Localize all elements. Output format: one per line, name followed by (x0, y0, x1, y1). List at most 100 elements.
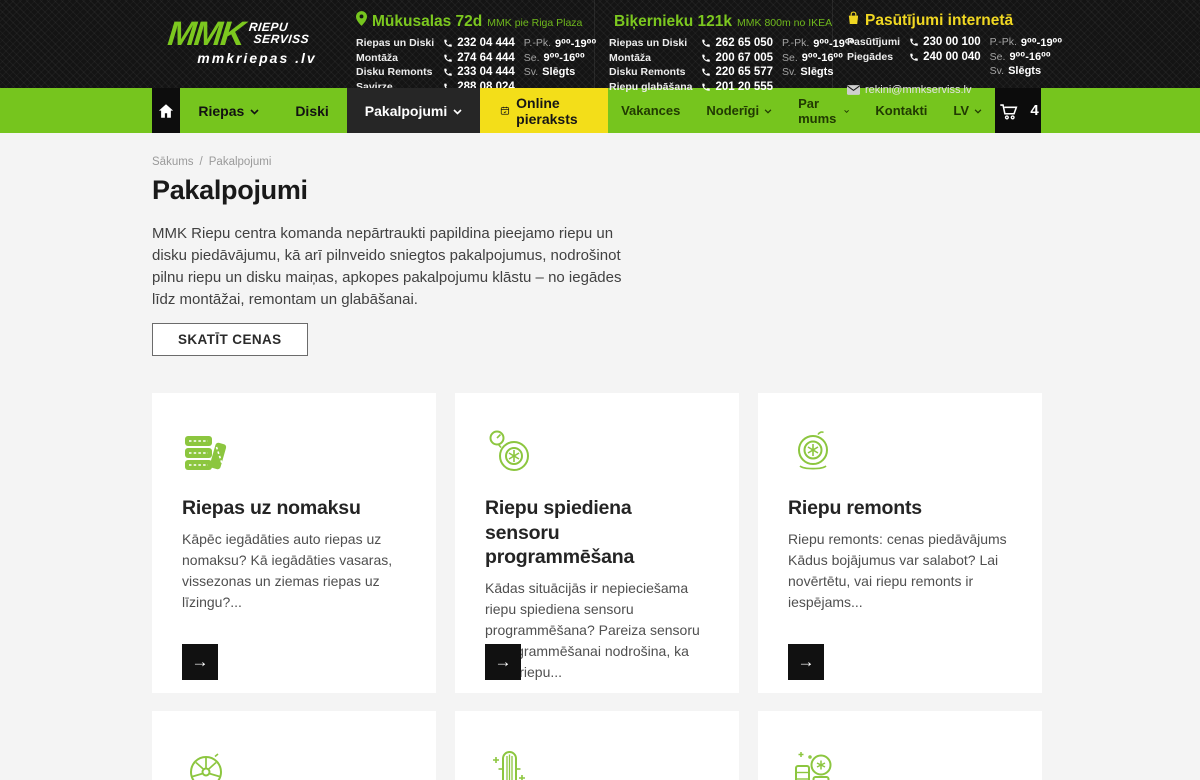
breadcrumb-home[interactable]: Sākums (152, 156, 194, 168)
nav-item-riepas[interactable]: Riepas (180, 88, 277, 133)
service-card-partial-2[interactable] (455, 711, 739, 780)
location-title[interactable]: Biķernieku 121k (614, 13, 732, 31)
main-content: Sākums / Pakalpojumi Pakalpojumi MMK Rie… (0, 133, 1200, 780)
nav-item-kontakti[interactable]: Kontakti (862, 88, 940, 133)
service-cards: Riepas uz nomaksu Kāpēc iegādāties auto … (152, 393, 1048, 693)
nav-item-label: Online pieraksts (516, 95, 588, 127)
language-selector[interactable]: LV (940, 88, 995, 133)
location-phones: 262 65 050 200 67 005 220 65 577 201 20 … (701, 36, 773, 94)
nav-item-label: Diski (295, 103, 328, 119)
nav-item-label: Noderīgi (706, 103, 759, 118)
phone-number[interactable]: 220 65 577 (701, 65, 773, 80)
tire-stack-icon (182, 426, 232, 476)
nav-item-label: Riepas (198, 103, 244, 119)
card-title: Riepu spiediena sensoru programmēšana (485, 496, 709, 570)
service-cards-row-2 (152, 711, 1048, 780)
view-prices-button[interactable]: SKATĪT CENAS (152, 323, 308, 356)
tire-wash-icon (485, 744, 535, 780)
nav-item-pakalpojumi[interactable]: Pakalpojumi (347, 88, 480, 133)
service-card-riepu-remonts[interactable]: Riepu remonts Riepu remonts: cenas piedā… (758, 393, 1042, 693)
phone-number[interactable]: 240 00 040 (909, 50, 981, 65)
nav-item-diski[interactable]: Diski (277, 88, 346, 133)
online-orders-phones: 230 00 100 240 00 040 (909, 35, 981, 79)
phone-icon (443, 38, 453, 48)
phone-number[interactable]: 232 04 444 (443, 36, 515, 51)
phone-number[interactable]: 230 00 100 (909, 35, 981, 50)
card-title: Riepu remonts (788, 496, 1012, 521)
logo-wordmark: MMK RIEPU SERVISS (166, 19, 347, 49)
tire-wheel-icon (788, 426, 838, 476)
alloy-rim-icon (182, 744, 232, 780)
nav-home-button[interactable] (152, 88, 180, 133)
calendar-clock-icon (500, 103, 510, 118)
card-arrow-button[interactable]: → (485, 644, 521, 680)
page: MMK RIEPU SERVISS mmkriepas .lv Mūkusala… (0, 0, 1200, 780)
nav-item-label: Pakalpojumi (365, 103, 447, 119)
service-card-partial-1[interactable] (152, 711, 436, 780)
online-orders-hours: P.-Pk.9⁰⁰-19⁰⁰ Se.9⁰⁰-16⁰⁰ Sv.Slēgts (990, 35, 1063, 79)
phone-icon (443, 53, 453, 63)
location-subtitle: MMK pie Riga Plaza (487, 17, 582, 29)
nav-item-par-mums[interactable]: Par mums (785, 88, 862, 133)
phone-icon (701, 53, 711, 63)
cart-count: 4 (1030, 102, 1038, 119)
card-title: Riepas uz nomaksu (182, 496, 406, 521)
nav-item-noderigi[interactable]: Noderīgi (693, 88, 785, 133)
breadcrumb-separator: / (200, 156, 203, 168)
header-location-bikernieku: Biķernieku 121k MMK 800m no IKEA Riepas … (594, 0, 832, 88)
nav-secondary: Vakances Noderīgi Par mums Kontakti LV (608, 88, 995, 133)
cart-button[interactable]: 4 (995, 88, 1041, 133)
main-nav: Riepas Diski Pakalpojumi Online pierakst… (0, 88, 1200, 133)
phone-icon (909, 37, 919, 47)
online-orders-title: Pasūtījumi internetā (865, 12, 1013, 30)
service-card-sensoru-programmesana[interactable]: Riepu spiediena sensoru programmēšana Kā… (455, 393, 739, 693)
location-hours: P.-Pk.9⁰⁰-19⁰⁰ Se.9⁰⁰-16⁰⁰ Sv.Slēgts (524, 36, 597, 94)
nav-item-online-pieraksts[interactable]: Online pieraksts (480, 88, 608, 133)
card-text: Riepu remonts: cenas piedāvājums Kādus b… (788, 529, 1012, 613)
logo-brand: MMK (166, 19, 244, 49)
location-subtitle: MMK 800m no IKEA (737, 17, 832, 29)
chevron-down-icon (974, 109, 982, 114)
header-online-orders: Pasūtījumi internetā Pasūtījumi Piegādes… (832, 0, 1070, 88)
shopping-bag-icon (847, 11, 860, 25)
service-card-partial-3[interactable] (758, 711, 1042, 780)
breadcrumb-current: Pakalpojumi (209, 156, 272, 168)
tire-storage-icon (788, 744, 838, 780)
phone-icon (701, 67, 711, 77)
location-phones: 232 04 444 274 64 444 233 04 444 288 08 … (443, 36, 515, 94)
online-orders-labels: Pasūtījumi Piegādes (847, 35, 900, 79)
site-header: MMK RIEPU SERVISS mmkriepas .lv Mūkusala… (0, 0, 1200, 88)
breadcrumb: Sākums / Pakalpojumi (152, 156, 1048, 168)
location-title[interactable]: Mūkusalas 72d (372, 13, 482, 31)
chevron-down-icon (250, 109, 259, 115)
phone-icon (909, 52, 919, 62)
location-service-labels: Riepas un Diski Montāža Disku Remonts Ri… (609, 36, 692, 94)
site-logo[interactable]: MMK RIEPU SERVISS mmkriepas .lv (168, 19, 346, 88)
home-icon (157, 102, 175, 120)
chevron-down-icon (764, 109, 772, 114)
nav-item-label: Par mums (798, 96, 839, 126)
chevron-down-icon (844, 109, 849, 114)
pressure-sensor-icon (485, 426, 535, 476)
phone-number[interactable]: 233 04 444 (443, 65, 515, 80)
nav-item-label: Kontakti (875, 103, 927, 118)
intro-paragraph: MMK Riepu centra komanda nepārtraukti pa… (152, 223, 630, 311)
language-label: LV (953, 103, 969, 118)
phone-number[interactable]: 200 67 005 (701, 51, 773, 66)
phone-number[interactable]: 274 64 444 (443, 51, 515, 66)
nav-item-vakances[interactable]: Vakances (608, 88, 693, 133)
location-service-labels: Riepas un Diski Montāža Disku Remonts Sa… (356, 36, 434, 94)
card-text: Kāpēc iegādāties auto riepas uz nomaksu?… (182, 529, 406, 613)
header-location-mukusalas: Mūkusalas 72d MMK pie Riga Plaza Riepas … (356, 0, 594, 88)
phone-icon (701, 38, 711, 48)
card-arrow-button[interactable]: → (182, 644, 218, 680)
logo-tagline: RIEPU SERVISS (247, 21, 311, 45)
phone-number[interactable]: 262 65 050 (701, 36, 773, 51)
phone-icon (443, 67, 453, 77)
card-arrow-button[interactable]: → (788, 644, 824, 680)
chevron-down-icon (453, 109, 462, 115)
map-pin-icon (356, 11, 367, 26)
nav-item-label: Vakances (621, 103, 680, 118)
cart-icon (997, 100, 1021, 122)
service-card-riepas-uz-nomaksu[interactable]: Riepas uz nomaksu Kāpēc iegādāties auto … (152, 393, 436, 693)
